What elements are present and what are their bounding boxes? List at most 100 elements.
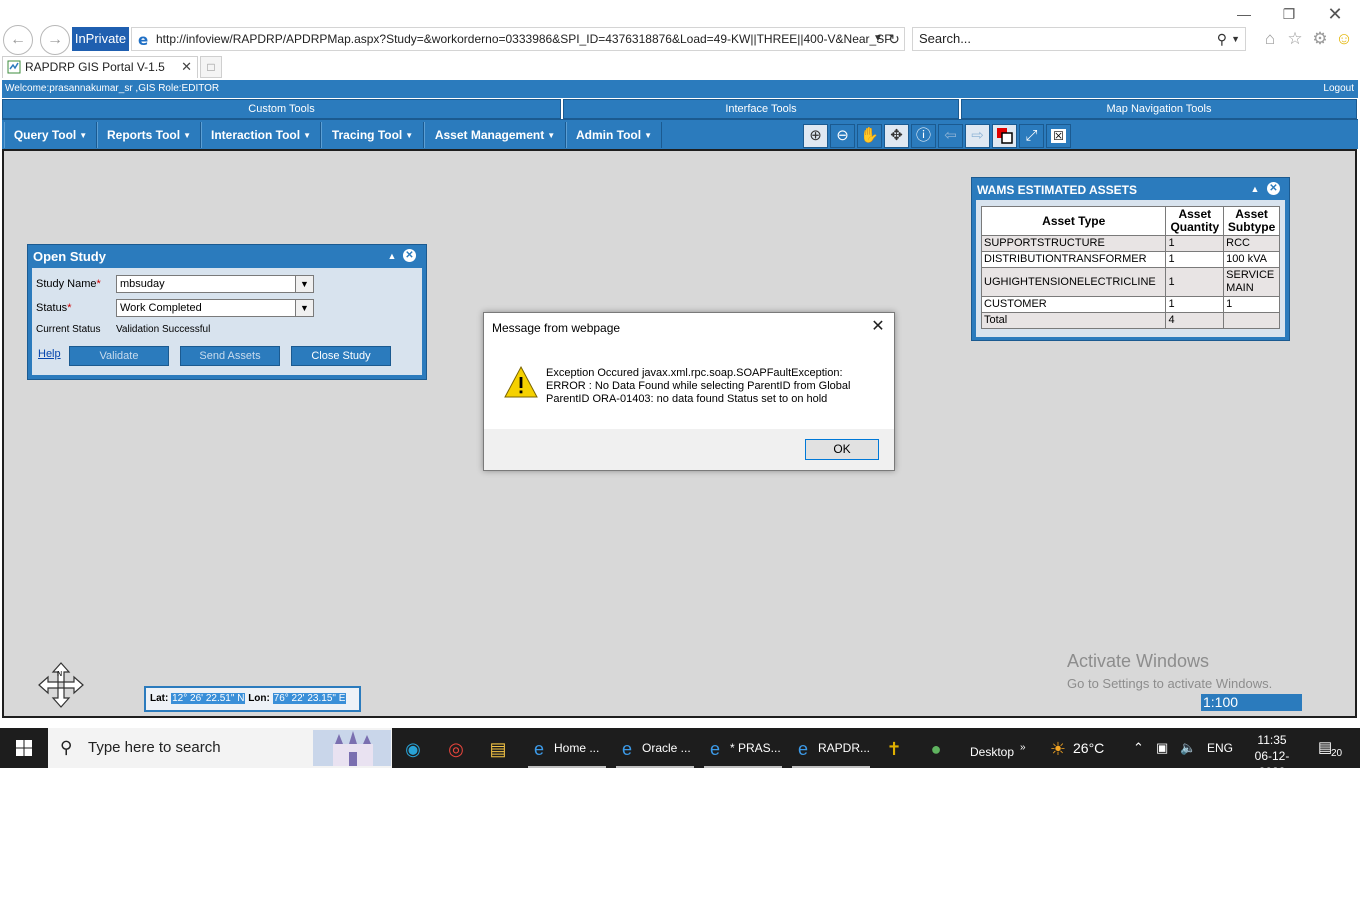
open-study-panel: Open Study ▲ ✕ Study Name* mbsuday ▼ Sta… [27,244,427,380]
open-study-body: Study Name* mbsuday ▼ Status* Work Compl… [32,268,422,375]
tab-custom-tools[interactable]: Custom Tools [2,99,561,119]
minimize-icon[interactable]: — [1229,4,1259,24]
resize-icon[interactable]: ⤢ [1019,124,1044,148]
forward-button[interactable]: → [40,25,70,55]
settings-gear-icon[interactable]: ⚙ [1309,28,1331,50]
desktop-toolbar[interactable]: Desktop » [970,728,1026,768]
taskbar-search-input[interactable]: ⚲ Type here to search [48,728,392,768]
chrome-icon[interactable]: ◎ [445,728,471,768]
taskbar-app-pras[interactable]: e * PRAS... [704,728,782,768]
browser-tab[interactable]: RAPDRP GIS Portal V-1.5 ✕ [2,56,198,78]
table-row: DISTRIBUTIONTRANSFORMER 1 100 kVA [980,251,1280,268]
help-link[interactable]: Help [38,348,61,360]
restore-icon[interactable]: ❐ [1274,4,1304,24]
tray-chevron-up-icon[interactable]: ⌃ [1133,728,1144,768]
edge-icon[interactable]: ◉ [402,728,428,768]
close-icon[interactable]: ✕ [1267,182,1280,195]
network-icon[interactable]: ▣ [1156,728,1168,768]
send-assets-button[interactable]: Send Assets [180,346,280,366]
file-explorer-icon[interactable]: ▤ [487,728,513,768]
study-name-select[interactable]: mbsuday ▼ [116,275,314,293]
wams-body: Asset Type Asset Quantity Asset Subtype … [976,200,1285,337]
refresh-icon[interactable]: ↻ [886,28,902,50]
new-tab-button[interactable]: □ [200,56,222,78]
lat-value: 12° 26' 22.51" N [171,693,246,704]
validate-button[interactable]: Validate [69,346,169,366]
ie-icon: e [533,738,544,759]
wams-panel: WAMS ESTIMATED ASSETS ▲ ✕ Asset Type Ass… [971,177,1290,341]
zoom-out-icon[interactable]: ⊖ [830,124,855,148]
ok-button[interactable]: OK [805,439,879,460]
globe-icon[interactable]: ● [925,728,951,768]
address-bar[interactable]: e http://infoview/RAPDRP/APDRPMap.aspx?S… [131,27,905,51]
chevron-down-icon[interactable]: ▼ [295,300,313,316]
cell-asset-subtype: SERVICE MAIN [1223,267,1280,297]
cell-asset-quantity: 1 [1165,251,1225,268]
tab-close-icon[interactable]: ✕ [181,57,192,77]
tab-favicon-icon [7,60,21,74]
tool-groups: Custom Tools Interface Tools Map Navigat… [2,99,1358,119]
smiley-feedback-icon[interactable]: ☺ [1333,28,1355,50]
status-select[interactable]: Work Completed ▼ [116,299,314,317]
logout-link[interactable]: Logout [1323,80,1354,97]
pan-hand-icon[interactable]: ✋ [857,124,882,148]
taskbar-app-home[interactable]: e Home ... [528,728,606,768]
chevron-down-icon[interactable]: ▼ [295,276,313,292]
header-asset-quantity: Asset Quantity [1165,206,1225,236]
search-dropdown-icon[interactable]: ▼ [1231,28,1240,50]
address-dropdown-icon[interactable]: ▼ [871,28,885,50]
tab-interface-tools[interactable]: Interface Tools [563,99,959,119]
taskbar-app-label: Oracle ... [642,741,691,755]
weather-widget[interactable]: ☀ 26°C [1047,728,1104,768]
menu-tracing-tool[interactable]: Tracing Tool ▼ [321,122,424,148]
collapse-icon[interactable]: ▲ [1248,183,1262,195]
lon-label: Lon: [248,693,270,704]
identify-icon[interactable]: ⓘ [911,124,936,148]
tray-clock[interactable]: 11:35 06-12-2022 [1244,732,1300,780]
dialog-message: Exception Occured javax.xml.rpc.soap.SOA… [546,367,851,405]
pan-arrows-icon[interactable]: N [38,662,84,708]
taskbar-app-oracle[interactable]: e Oracle ... [616,728,694,768]
menu-reports-tool[interactable]: Reports Tool ▼ [97,122,201,148]
menu-interaction-tool[interactable]: Interaction Tool ▼ [201,122,321,148]
ie-icon: e [709,738,720,759]
menu-asset-management[interactable]: Asset Management ▼ [424,122,566,148]
clear-icon[interactable]: ☒ [1046,124,1071,148]
full-extent-icon[interactable]: ✥ [884,124,909,148]
back-arrow-icon[interactable]: ⇦ [938,124,963,148]
cell-asset-subtype: RCC [1223,235,1280,252]
browser-search-input[interactable]: Search... ⚲ ▼ [912,27,1246,51]
pin-tool-icon[interactable]: ✝ [883,728,909,768]
close-icon[interactable]: ✕ [403,249,416,262]
window-close-icon[interactable]: ✕ [1320,4,1350,24]
tab-map-navigation-tools[interactable]: Map Navigation Tools [961,99,1357,119]
message-dialog: Message from webpage ✕ Exception Occured… [483,312,895,471]
volume-muted-icon[interactable]: 🔈 [1180,728,1196,768]
select-icon[interactable] [992,124,1017,148]
cell-total-subtype [1223,312,1280,329]
menu-label: Asset Management [434,128,545,142]
notification-icon[interactable]: ▤ 20 [1318,728,1342,768]
windows-start-icon[interactable] [0,728,48,768]
zoom-in-icon[interactable]: ⊕ [803,124,828,148]
search-icon[interactable]: ⚲ [1217,28,1227,50]
menu-label: Interaction Tool [210,128,301,142]
open-study-title: Open Study [33,249,106,264]
forward-arrow-icon[interactable]: ⇨ [965,124,990,148]
menu-query-tool[interactable]: Query Tool ▼ [4,122,97,148]
dialog-close-icon[interactable]: ✕ [868,317,888,337]
language-indicator[interactable]: ENG [1207,728,1233,768]
weather-temp: 26°C [1073,740,1105,756]
home-icon[interactable]: ⌂ [1259,28,1281,50]
status-label: Status* [36,302,72,314]
table-row: CUSTOMER 1 1 [980,296,1280,313]
favorites-star-icon[interactable]: ☆ [1284,28,1306,50]
menu-admin-tool[interactable]: Admin Tool ▼ [566,122,662,148]
search-icon: ⚲ [60,738,73,757]
table-row: SUPPORTSTRUCTURE 1 RCC [980,235,1280,252]
taskbar-app-rapdrp[interactable]: e RAPDR... [792,728,870,768]
notification-count: 20 [1331,748,1343,759]
back-button[interactable]: ← [3,25,33,55]
close-study-button[interactable]: Close Study [291,346,391,366]
collapse-icon[interactable]: ▲ [385,250,399,262]
